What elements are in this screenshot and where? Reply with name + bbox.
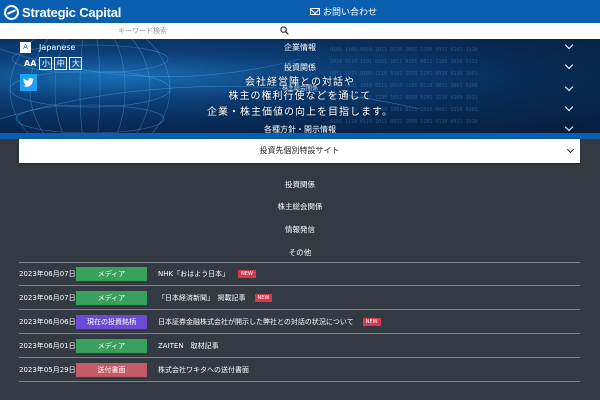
link-other[interactable]: その他 xyxy=(0,247,600,258)
news-title[interactable]: 株式会社ワキタへの送付書面 xyxy=(158,365,249,375)
link-information[interactable]: 情報発信 xyxy=(0,224,600,235)
language-label: Japanese xyxy=(39,42,76,52)
category-badge: メディア xyxy=(76,290,147,305)
news-date: 2023年06月06日 xyxy=(19,317,76,326)
category-badge: 現在の投資銘柄 xyxy=(76,314,147,329)
category-badge: メディア xyxy=(76,267,147,281)
new-badge: NEW xyxy=(254,293,273,302)
list-item[interactable]: 2023年06月07日 メディア NHK「おはよう日本」 NEW xyxy=(19,262,580,286)
search-bar xyxy=(0,23,600,39)
link-shareholders-meeting[interactable]: 株主総会関係 xyxy=(0,201,600,212)
search-icon[interactable] xyxy=(280,26,289,35)
contact-link[interactable]: お問い合わせ xyxy=(310,5,377,18)
font-size-controls: AA 小 中 大 xyxy=(24,57,84,70)
language-selector[interactable]: A Japanese xyxy=(20,39,75,55)
new-badge: NEW xyxy=(238,270,256,278)
list-item[interactable]: 2023年05月29日 送付書面 株式会社ワキタへの送付書面 xyxy=(19,358,580,382)
invested-companies-dropdown[interactable]: 投資先個別特設サイト xyxy=(19,139,580,163)
translate-icon: A xyxy=(20,41,31,53)
nav-item-company[interactable]: 企業情報 xyxy=(0,42,600,53)
news-title[interactable]: 「日本経済新聞」 掲載記事 xyxy=(158,293,246,303)
news-date: 2023年06月07日 xyxy=(19,293,76,302)
font-size-large-button[interactable]: 大 xyxy=(69,57,83,70)
list-item[interactable]: 2023年06月07日 メディア 「日本経済新聞」 掲載記事 NEW xyxy=(19,286,580,310)
twitter-icon[interactable] xyxy=(20,74,37,91)
news-title[interactable]: ZAITEN 取材記事 xyxy=(158,341,219,351)
list-item[interactable]: 2023年06月06日 現在の投資銘柄 日本証券金融株式会社が開示した弊社との対… xyxy=(19,310,580,334)
news-date: 2023年05月29日 xyxy=(19,365,76,374)
news-date: 2023年06月01日 xyxy=(19,341,76,350)
mail-icon xyxy=(310,8,320,15)
new-badge: NEW xyxy=(362,317,381,326)
font-size-small-button[interactable]: 小 xyxy=(39,57,53,70)
category-badge: メディア xyxy=(76,338,147,353)
news-list: 2023年06月07日 メディア NHK「おはよう日本」 NEW 2023年06… xyxy=(19,262,580,382)
list-item[interactable]: 2023年06月01日 メディア ZAITEN 取材記事 xyxy=(19,334,580,358)
nav-item-policies[interactable]: 各種方針・開示情報 xyxy=(0,124,600,135)
chevron-down-icon xyxy=(566,145,575,154)
hero-line-3: 企業・株主価値の向上を目指します。 xyxy=(207,107,393,118)
dropdown-label: 投資先個別特設サイト xyxy=(259,146,340,155)
contact-label: お問い合わせ xyxy=(323,8,378,18)
font-size-medium-button[interactable]: 中 xyxy=(54,57,68,70)
news-date: 2023年06月07日 xyxy=(19,270,76,278)
nav-item-shareholders-meeting[interactable]: 株主総会関係 xyxy=(0,83,600,92)
search-input[interactable] xyxy=(20,23,278,39)
news-title[interactable]: NHK「おはよう日本」 xyxy=(158,269,229,279)
news-title[interactable]: 日本証券金融株式会社が開示した弊社との対話の状況について xyxy=(158,317,354,327)
link-investment[interactable]: 投資関係 xyxy=(0,179,600,190)
nav-item-investment[interactable]: 投資関係 xyxy=(0,62,600,73)
logo-mark-icon xyxy=(4,4,19,20)
logo[interactable]: Strategic Capital xyxy=(4,4,121,20)
logo-text: Strategic Capital xyxy=(22,4,122,20)
font-size-icon: AA xyxy=(24,59,37,68)
top-bar: Strategic Capital お問い合わせ xyxy=(0,0,600,23)
category-badge: 送付書面 xyxy=(76,362,147,377)
